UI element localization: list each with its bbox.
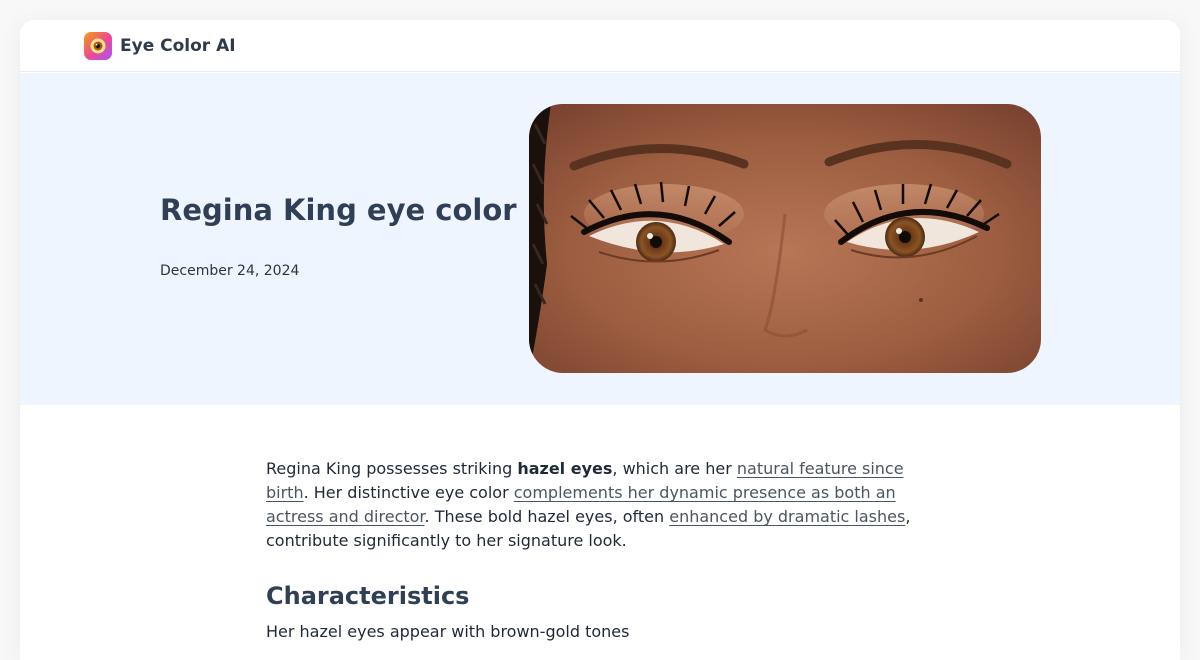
page-card: Eye Color AI Regina King eye color Decem… [20,20,1180,660]
publish-date: December 24, 2024 [160,263,300,279]
text-run: . Her distinctive eye color [303,483,514,502]
brand-name: Eye Color AI [120,35,236,56]
hero-section: Regina King eye color December 24, 2024 [20,73,1180,405]
brand-link[interactable]: Eye Color AI [84,31,236,60]
page-title: Regina King eye color [160,193,517,227]
section-heading: Characteristics [266,582,470,610]
site-header: Eye Color AI [20,20,1180,72]
intro-paragraph: Regina King possesses striking hazel eye… [266,457,926,553]
bold-term: hazel eyes [517,459,613,478]
article-body: Regina King possesses striking hazel eye… [266,457,926,644]
eye-icon [84,31,112,60]
link-dramatic-lashes[interactable]: enhanced by dramatic lashes [669,507,905,526]
text-run: , which are her [612,459,737,478]
hero-image [529,104,1041,373]
section-paragraph: Her hazel eyes appear with brown-gold to… [266,622,630,641]
text-run: Regina King possesses striking [266,459,518,478]
text-run: . These bold hazel eyes, often [424,507,670,526]
